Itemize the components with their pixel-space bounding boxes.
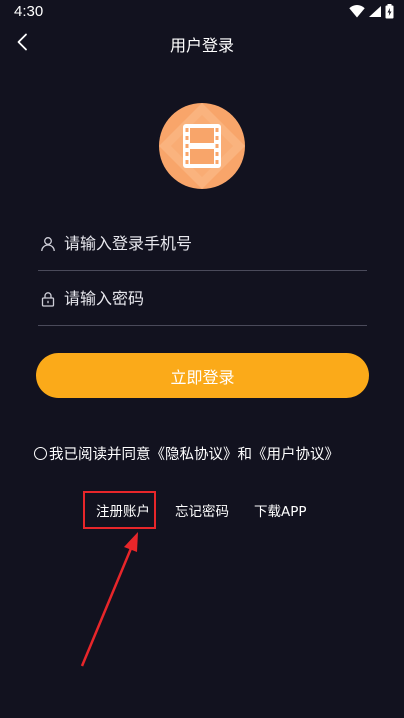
status-bar: 4:30: [0, 0, 404, 26]
agreement-row: 我已阅读并同意 《隐私协议》 和 《用户协议》: [34, 442, 339, 464]
download-app-link[interactable]: 下载APP: [254, 500, 307, 520]
battery-icon: [385, 4, 394, 19]
status-time: 4:30: [14, 3, 44, 20]
signal-icon: [369, 6, 381, 17]
app-logo: [159, 103, 245, 189]
status-icons: [349, 4, 394, 19]
lock-icon: [41, 292, 55, 307]
forgot-password-link[interactable]: 忘记密码: [175, 500, 229, 520]
password-field: [38, 273, 367, 326]
wifi-icon: [349, 5, 365, 18]
page-title: 用户登录: [169, 36, 234, 55]
password-input[interactable]: [64, 283, 360, 313]
phone-input[interactable]: [64, 228, 360, 258]
phone-field: [38, 218, 367, 271]
annotation-highlight-box: [83, 491, 156, 529]
account-links: 注册账户 忘记密码 下载APP: [0, 497, 404, 521]
privacy-agreement-link[interactable]: 《隐私协议》: [151, 443, 238, 464]
agreement-prefix: 我已阅读并同意: [49, 446, 151, 463]
user-agreement-link[interactable]: 《用户协议》: [252, 443, 339, 464]
agreement-and: 和: [237, 446, 253, 463]
nav-bar: 用户登录: [0, 26, 404, 60]
user-icon: [41, 237, 55, 252]
film-icon: [159, 103, 245, 189]
agreement-radio[interactable]: [34, 446, 47, 460]
login-button[interactable]: 立即登录: [36, 353, 369, 398]
